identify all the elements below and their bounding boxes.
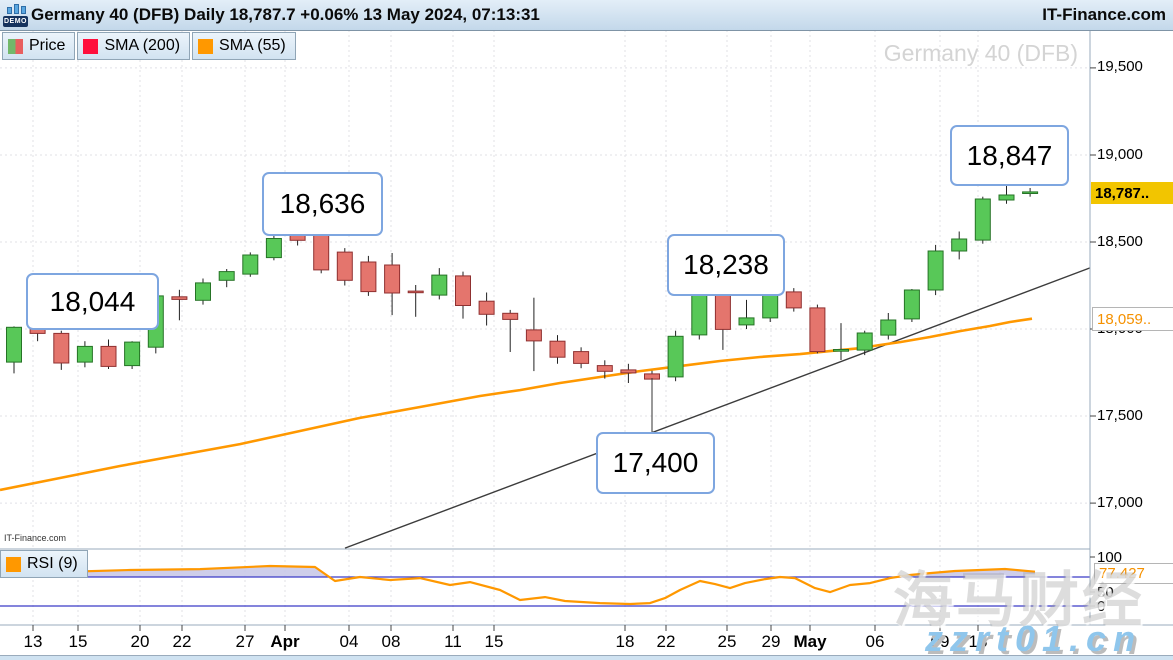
- brand-link[interactable]: IT-Finance.com: [1042, 0, 1166, 30]
- price-axis-label: 18,500: [1097, 233, 1143, 250]
- price-axis-label: 17,000: [1097, 494, 1143, 511]
- time-axis-label: Apr: [270, 632, 299, 652]
- demo-badge: DEMO: [3, 16, 28, 27]
- time-axis-label: May: [793, 632, 826, 652]
- time-axis-label: 06: [866, 632, 885, 652]
- price-axis-label: 19,000: [1097, 146, 1143, 163]
- legend-sma200-label: SMA (200): [104, 37, 180, 55]
- time-axis-label: 15: [69, 632, 88, 652]
- last-price-tag: 18,787..: [1091, 182, 1173, 204]
- price-annotation[interactable]: 18,636: [262, 172, 383, 236]
- legend-sma55-label: SMA (55): [219, 37, 286, 55]
- time-axis-label: 22: [657, 632, 676, 652]
- time-axis-label: 18: [616, 632, 635, 652]
- price-axis-label: 19,500: [1097, 58, 1143, 75]
- rsi-swatch-icon: [6, 557, 21, 572]
- sma200-swatch-icon: [83, 39, 98, 54]
- price-swatch-icon: [8, 39, 23, 54]
- time-axis-label: 22: [173, 632, 192, 652]
- price-annotation[interactable]: 18,044: [26, 273, 159, 330]
- price-annotation[interactable]: 18,847: [950, 125, 1069, 186]
- demo-icon[interactable]: DEMO: [3, 3, 28, 27]
- time-axis-label: 27: [236, 632, 255, 652]
- legend-price[interactable]: Price: [2, 32, 75, 60]
- price-legend: Price SMA (200) SMA (55): [2, 32, 296, 60]
- rsi-legend: RSI (9): [0, 550, 88, 578]
- legend-sma55[interactable]: SMA (55): [192, 32, 296, 60]
- price-annotation[interactable]: 18,238: [667, 234, 785, 296]
- time-axis-label: 11: [444, 632, 462, 652]
- cn-site-watermark: zzrt01.cn: [925, 618, 1142, 660]
- time-axis-label: 13: [24, 632, 43, 652]
- chart-window: Germany 40 (DFB) DEMO Germany 40 (DFB) D…: [0, 0, 1173, 660]
- instrument-title: Germany 40 (DFB) Daily 18,787.7 +0.06% 1…: [31, 0, 540, 30]
- price-annotation[interactable]: 17,400: [596, 432, 715, 494]
- legend-price-label: Price: [29, 37, 65, 55]
- time-axis-label: 15: [485, 632, 504, 652]
- time-axis-label: 29: [762, 632, 781, 652]
- itfinance-watermark: IT-Finance.com: [4, 533, 66, 543]
- legend-sma200[interactable]: SMA (200): [77, 32, 190, 60]
- time-axis-label: 20: [131, 632, 150, 652]
- legend-rsi[interactable]: RSI (9): [0, 550, 88, 578]
- mini-candles-icon: [7, 4, 26, 14]
- price-axis-label: 17,500: [1097, 407, 1143, 424]
- legend-rsi-label: RSI (9): [27, 555, 78, 573]
- sma55-value-tag: 18,059..: [1092, 307, 1173, 331]
- header-bar: DEMO Germany 40 (DFB) Daily 18,787.7 +0.…: [0, 0, 1173, 31]
- time-axis-label: 08: [382, 632, 401, 652]
- time-axis-label: 25: [718, 632, 737, 652]
- time-axis-label: 04: [340, 632, 359, 652]
- sma55-swatch-icon: [198, 39, 213, 54]
